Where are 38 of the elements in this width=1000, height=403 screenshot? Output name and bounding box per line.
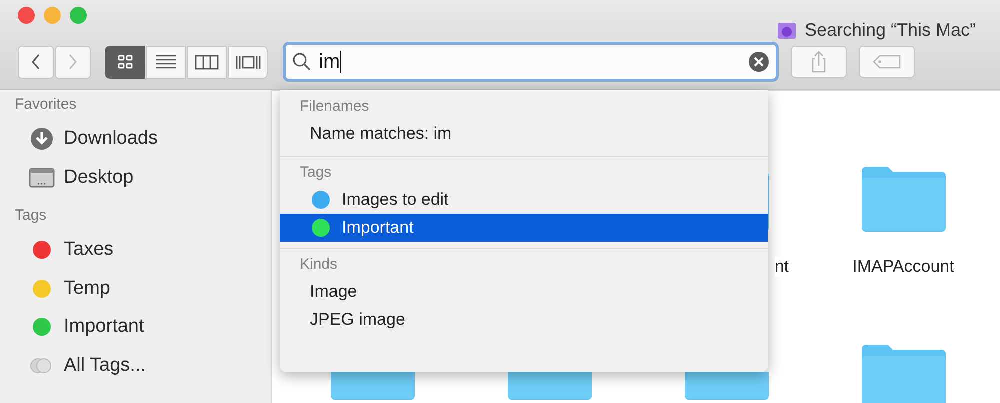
window-title: Searching “This Mac” bbox=[804, 20, 976, 41]
menu-item[interactable]: Images to edit bbox=[280, 186, 768, 214]
menu-item[interactable]: Image bbox=[280, 278, 768, 306]
menu-item[interactable]: JPEG image bbox=[280, 306, 768, 334]
tag-icon bbox=[872, 54, 902, 70]
view-button[interactable] bbox=[105, 46, 145, 78]
sidebar-item[interactable]: Downloads bbox=[0, 120, 271, 158]
share-icon bbox=[810, 50, 828, 74]
clear-icon bbox=[748, 51, 770, 73]
menu-item[interactable]: Important bbox=[280, 214, 768, 242]
sidebar-item[interactable]: Desktop bbox=[0, 158, 271, 197]
menu-heading: Filenames bbox=[299, 97, 370, 117]
list-icon bbox=[155, 53, 177, 71]
file-name: IMAPAccount bbox=[852, 257, 954, 277]
sidebar-item[interactable]: All Tags... bbox=[0, 346, 271, 385]
columns-icon bbox=[195, 53, 219, 71]
menu-heading: Tags bbox=[299, 163, 333, 183]
tags-icon bbox=[30, 358, 54, 374]
folder-icon bbox=[776, 22, 797, 40]
gallery-icon bbox=[234, 53, 262, 71]
menu-item[interactable]: Name matches: im bbox=[280, 120, 768, 148]
desktop-icon bbox=[29, 166, 55, 189]
download-icon bbox=[30, 127, 54, 152]
search-icon bbox=[292, 52, 312, 72]
zoom-button[interactable] bbox=[70, 7, 87, 24]
search-field[interactable]: im bbox=[283, 42, 779, 82]
grid-icon bbox=[116, 53, 134, 71]
sidebar-item[interactable]: Temp bbox=[0, 270, 271, 308]
menu-heading: Kinds bbox=[299, 255, 339, 275]
sidebar-heading: Tags bbox=[14, 206, 48, 226]
share-button[interactable] bbox=[791, 46, 847, 78]
tag-button[interactable] bbox=[859, 46, 915, 78]
sidebar-item[interactable]: Taxes bbox=[0, 231, 271, 270]
close-button[interactable] bbox=[18, 7, 35, 24]
sidebar-item[interactable]: Important bbox=[0, 308, 271, 346]
search-text: im bbox=[319, 50, 340, 74]
sidebar-heading: Favorites bbox=[14, 95, 78, 115]
back-button[interactable] bbox=[18, 46, 54, 78]
